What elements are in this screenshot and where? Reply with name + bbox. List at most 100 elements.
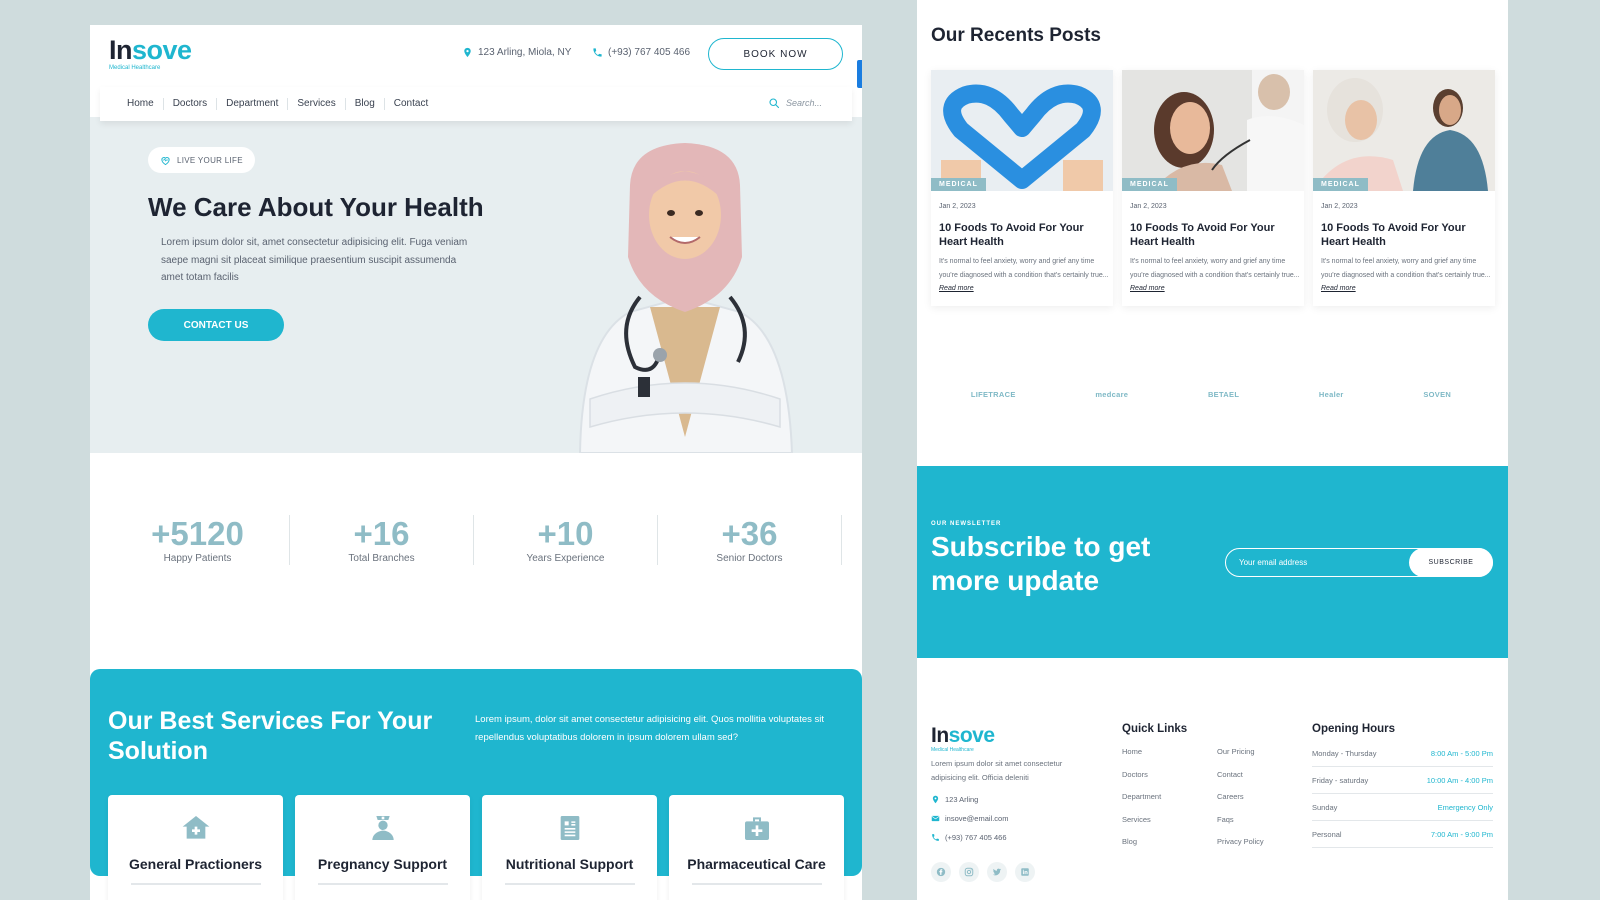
hours-time: 10:00 Am - 4:00 Pm (1426, 775, 1493, 785)
phone-text: (+93) 767 405 466 (608, 47, 691, 58)
stat-item: +10 Years Experience (474, 515, 658, 565)
service-card[interactable]: General Practioners (108, 795, 283, 900)
post-title[interactable]: 10 Foods To Avoid For Your Heart Health (1130, 222, 1300, 249)
footer-link[interactable]: Blog (1122, 837, 1161, 847)
hero-title: We Care About Your Health (148, 192, 484, 222)
services-description: Lorem ipsum, dolor sit amet consectetur … (475, 714, 825, 743)
nav-item-blog[interactable]: Blog (346, 98, 385, 110)
service-card[interactable]: Nutritional Support (482, 795, 657, 900)
service-name: Pregnancy Support (317, 856, 448, 872)
subscribe-button[interactable]: SUBSCRIBE (1409, 548, 1493, 577)
nav-item-contact[interactable]: Contact (385, 98, 437, 110)
nav-item-department[interactable]: Department (217, 98, 289, 110)
stat-label: Happy Patients (163, 553, 232, 564)
service-card[interactable]: Pharmaceutical Care (669, 795, 844, 900)
footer-link[interactable]: Services (1122, 815, 1161, 825)
footer-link[interactable]: Home (1122, 747, 1161, 757)
landing-page-right: Our Recents Posts MEDICAL Jan 2, 2023 10… (917, 0, 1508, 900)
partner-logo: Healer (1318, 390, 1344, 399)
post-card[interactable]: MEDICAL Jan 2, 2023 10 Foods To Avoid Fo… (1122, 70, 1304, 306)
post-tag: MEDICAL (1122, 178, 1177, 191)
post-image-heart-gloves: MEDICAL (931, 70, 1113, 191)
instagram-button[interactable] (959, 862, 979, 882)
post-excerpt-text: It's normal to feel anxiety, worry and g… (939, 258, 1109, 279)
service-name: Pharmaceutical Care (687, 856, 826, 872)
post-date: Jan 2, 2023 (1130, 203, 1167, 210)
footer-logo-text-a: In (931, 724, 949, 747)
linkedin-button[interactable] (1015, 862, 1035, 882)
opening-hours-title: Opening Hours (1312, 723, 1396, 735)
logo-text-b: sove (132, 35, 192, 65)
hero-badge: LIVE YOUR LIFE (148, 147, 255, 173)
house-medical-icon (182, 816, 209, 839)
hero-description: Lorem ipsum dolor sit, amet consectetur … (161, 237, 468, 283)
read-more-link[interactable]: Read more (1321, 285, 1356, 292)
footer-link[interactable]: Doctors (1122, 770, 1161, 780)
service-card[interactable]: Pregnancy Support (295, 795, 470, 900)
contact-us-button[interactable]: CONTACT US (148, 309, 284, 341)
twitter-icon (992, 868, 1002, 876)
post-card[interactable]: MEDICAL Jan 2, 2023 10 Foods To Avoid Fo… (931, 70, 1113, 306)
footer-link[interactable]: Privacy Policy (1217, 837, 1264, 847)
post-card[interactable]: MEDICAL Jan 2, 2023 10 Foods To Avoid Fo… (1313, 70, 1495, 306)
hours-day: Sunday (1312, 802, 1338, 812)
hours-day: Monday - Thursday (1312, 748, 1377, 758)
partner-logo: LIFETRACE (970, 390, 1016, 399)
footer-phone: (+93) 767 405 466 (931, 833, 1007, 842)
footer-link[interactable]: Our Pricing (1217, 747, 1264, 757)
post-excerpt: It's normal to feel anxiety, worry and g… (939, 255, 1109, 296)
post-excerpt-text: It's normal to feel anxiety, worry and g… (1130, 258, 1300, 279)
newsletter-label: OUR NEWSLETTER (931, 521, 1002, 527)
post-title[interactable]: 10 Foods To Avoid For Your Heart Health (1321, 222, 1491, 249)
post-excerpt-text: It's normal to feel anxiety, worry and g… (1321, 258, 1491, 279)
location-pin-icon (464, 47, 471, 58)
hours-row: Personal 7:00 Am - 9:00 Pm (1312, 821, 1493, 848)
service-name: Nutritional Support (505, 856, 634, 872)
stat-item: +5120 Happy Patients (106, 515, 290, 565)
hours-time: 8:00 Am - 5:00 Pm (1430, 748, 1493, 758)
footer-phone-text: (+93) 767 405 466 (945, 833, 1007, 842)
facebook-button[interactable] (931, 862, 951, 882)
side-tab[interactable] (857, 60, 862, 88)
landing-page-left: Insove Medical Healthcare 123 Arling, Mi… (90, 25, 862, 900)
medical-kit-icon (744, 817, 769, 840)
post-title[interactable]: 10 Foods To Avoid For Your Heart Health (939, 222, 1109, 249)
quick-links-col-1: Home Doctors Department Services Blog (1122, 747, 1161, 847)
hours-row: Sunday Emergency Only (1312, 794, 1493, 821)
footer-email-text[interactable]: insove@email.com (945, 814, 1008, 823)
document-icon (560, 816, 579, 840)
service-cards: General Practioners Pregnancy Support Nu… (108, 795, 844, 900)
footer-logo-text-b: sove (948, 724, 995, 747)
hours-time: Emergency Only (1437, 802, 1493, 812)
footer-link[interactable]: Department (1122, 792, 1161, 802)
hours-day: Personal (1312, 829, 1342, 839)
twitter-button[interactable] (987, 862, 1007, 882)
search-input[interactable]: Search... (768, 97, 822, 109)
stat-number: +10 (537, 515, 594, 552)
footer-link[interactable]: Faqs (1217, 815, 1264, 825)
opening-hours-table: Monday - Thursday 8:00 Am - 5:00 Pm Frida… (1312, 740, 1493, 848)
book-now-button[interactable]: BOOK NOW (708, 38, 843, 70)
social-links (931, 862, 1035, 882)
nav-item-doctors[interactable]: Doctors (164, 98, 218, 110)
footer-link[interactable]: Careers (1217, 792, 1264, 802)
nav-item-home[interactable]: Home (118, 98, 164, 110)
partner-logo: BETAEL (1207, 390, 1240, 399)
hours-day: Friday - saturday (1312, 775, 1369, 785)
service-name: General Practioners (128, 856, 263, 872)
read-more-link[interactable]: Read more (1130, 285, 1165, 292)
footer-address: 123 Arling (931, 795, 978, 804)
posts-title: Our Recents Posts (931, 25, 1101, 46)
email-placeholder: Your email address (1239, 558, 1308, 567)
footer-logo[interactable]: Insove Medical Healthcare (931, 725, 995, 753)
footer-link[interactable]: Contact (1217, 770, 1264, 780)
phone-icon (593, 48, 602, 57)
facebook-icon (936, 867, 946, 877)
logo-subtitle: Medical Healthcare (109, 65, 161, 71)
nav-item-services[interactable]: Services (288, 98, 346, 110)
logo[interactable]: Insove Medical Healthcare (109, 35, 192, 72)
main-nav: Home Doctors Department Services Blog Co… (100, 87, 852, 121)
read-more-link[interactable]: Read more (939, 285, 974, 292)
post-date: Jan 2, 2023 (1321, 203, 1358, 210)
linkedin-icon (1021, 868, 1029, 876)
